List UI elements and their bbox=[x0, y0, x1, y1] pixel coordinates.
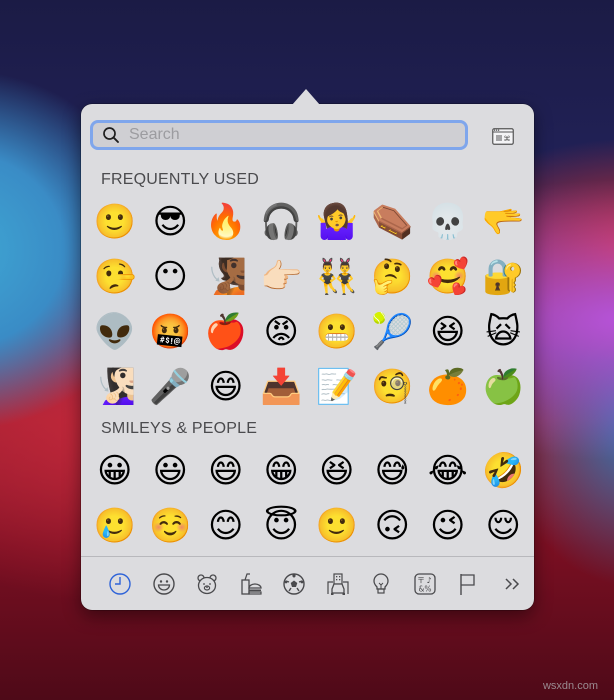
emoji-cell[interactable]: 😁 bbox=[254, 443, 310, 498]
emoji-cell[interactable]: 🧏🏻‍♀️ bbox=[87, 359, 143, 414]
category-tab-frequently-used[interactable] bbox=[99, 569, 142, 599]
emoji-cell[interactable]: 📝 bbox=[309, 359, 365, 414]
category-tab-flags[interactable] bbox=[447, 569, 490, 599]
emoji-cell[interactable]: 😂 bbox=[420, 443, 476, 498]
section-frequently-used: FREQUENTLY USED 🙂 😎 🔥 🎧 🤷‍♀️ ⚰️ 💀 🫳 🤥 😶 🧏🏾 👉🏻 👯‍♂️ 🤔 🥰… bbox=[81, 169, 534, 414]
emoji-cell[interactable]: 🤔 bbox=[365, 249, 421, 304]
keyboard-viewer-button[interactable]: ⌘ bbox=[491, 126, 515, 146]
category-tab-activity[interactable] bbox=[273, 569, 316, 599]
emoji-cell[interactable]: 🎧 bbox=[254, 194, 310, 249]
section-title: FREQUENTLY USED bbox=[101, 171, 259, 188]
emoji-cell[interactable]: 👉🏻 bbox=[254, 249, 310, 304]
category-tab-more[interactable] bbox=[491, 569, 534, 599]
emoji-cell[interactable]: 🙀 bbox=[476, 304, 532, 359]
car-building-icon bbox=[327, 572, 349, 595]
emoji-cell[interactable]: 🤣 bbox=[476, 443, 532, 498]
category-tab-symbols[interactable]: 〒 ♪ &% bbox=[404, 569, 447, 599]
emoji-grid: 😀😃😄😁😆😅😂🤣🥲☺️😊😇🙂🙃😉😌😍🥰😘😗😙😚😋😛 bbox=[87, 443, 534, 556]
emoji-cell[interactable]: 🥰 bbox=[420, 249, 476, 304]
clock-icon bbox=[109, 572, 131, 595]
emoji-cell[interactable]: 😌 bbox=[476, 498, 532, 553]
emoji-cell[interactable]: 😃 bbox=[143, 443, 199, 498]
category-tab-smileys-people[interactable] bbox=[143, 569, 186, 599]
emoji-cell[interactable]: ⚰️ bbox=[365, 194, 421, 249]
emoji-cell[interactable]: 🤥 bbox=[87, 249, 143, 304]
emoji-cell[interactable]: 😉 bbox=[420, 498, 476, 553]
emoji-cell[interactable]: 🤷‍♀️ bbox=[309, 194, 365, 249]
emoji-cell[interactable]: 🎾 bbox=[365, 304, 421, 359]
emoji-cell[interactable]: 😡 bbox=[254, 304, 310, 359]
emoji-cell[interactable]: 👯‍♂️ bbox=[309, 249, 365, 304]
soccer-ball-icon bbox=[283, 572, 305, 595]
popover-arrow bbox=[292, 89, 320, 105]
emoji-cell[interactable]: 🔐 bbox=[476, 249, 532, 304]
emoji-cell[interactable]: 😬 bbox=[309, 304, 365, 359]
category-tab-travel-places[interactable] bbox=[317, 569, 360, 599]
burger-drink-icon bbox=[241, 572, 262, 595]
emoji-cell[interactable]: 🧏🏾 bbox=[198, 249, 254, 304]
emoji-cell[interactable]: 🍏 bbox=[476, 359, 532, 414]
emoji-cell[interactable]: 🔥 bbox=[198, 194, 254, 249]
category-tab-food-drink[interactable] bbox=[230, 569, 273, 599]
emoji-cell[interactable]: ☺️ bbox=[143, 498, 199, 553]
search-input[interactable] bbox=[129, 126, 449, 144]
emoji-cell[interactable]: 😆 bbox=[309, 443, 365, 498]
emoji-cell[interactable]: 🎤 bbox=[143, 359, 199, 414]
emoji-cell[interactable]: 😊 bbox=[198, 498, 254, 553]
emoji-cell[interactable]: 🍊 bbox=[420, 359, 476, 414]
magnifying-glass-icon bbox=[103, 127, 119, 143]
search-field[interactable] bbox=[90, 120, 468, 150]
emoji-cell[interactable]: 😄 bbox=[198, 443, 254, 498]
lightbulb-icon bbox=[373, 572, 389, 594]
emoji-cell[interactable]: 🙂 bbox=[87, 194, 143, 249]
emoji-cell[interactable]: 😆 bbox=[420, 304, 476, 359]
emoji-cell[interactable]: 😀 bbox=[87, 443, 143, 498]
section-title: SMILEYS & PEOPLE bbox=[101, 420, 258, 437]
emoji-scroll-area[interactable]: FREQUENTLY USED 🙂 😎 🔥 🎧 🤷‍♀️ ⚰️ 💀 🫳 🤥 😶 🧏🏾 👉🏻 👯‍♂️ 🤔 🥰… bbox=[81, 164, 534, 556]
emoji-cell[interactable]: 😅 bbox=[365, 443, 421, 498]
section-smileys-people: SMILEYS & PEOPLE 😀😃😄😁😆😅😂🤣🥲☺️😊😇🙂🙃😉😌😍🥰😘😗😙😚… bbox=[81, 418, 534, 556]
emoji-cell[interactable]: 😎 bbox=[143, 194, 199, 249]
emoji-cell[interactable]: 🙃 bbox=[365, 498, 421, 553]
emoji-cell[interactable]: 🫳 bbox=[476, 194, 532, 249]
category-tab-objects[interactable] bbox=[360, 569, 403, 599]
chevron-double-right-icon bbox=[505, 577, 519, 590]
emoji-cell[interactable]: 😄 bbox=[198, 359, 254, 414]
emoji-cell[interactable]: 👽 bbox=[87, 304, 143, 359]
svg-text:⌘: ⌘ bbox=[504, 135, 511, 143]
emoji-cell[interactable]: 🍎 bbox=[198, 304, 254, 359]
svg-text:&%: &% bbox=[418, 584, 431, 593]
emoji-cell[interactable]: 🥲 bbox=[87, 498, 143, 553]
flag-icon bbox=[460, 573, 475, 595]
emoji-cell[interactable]: 😇 bbox=[254, 498, 310, 553]
keyboard-viewer-icon: ⌘ bbox=[492, 127, 514, 145]
smiley-icon bbox=[153, 572, 175, 595]
category-tab-animals-nature[interactable] bbox=[186, 569, 229, 599]
emoji-cell[interactable]: 🧐 bbox=[365, 359, 421, 414]
emoji-picker-popover: ⌘ FREQUENTLY USED 🙂😎🔥🎧🤷‍♀️⚰️💀🫳🤥😶🧏🏾👉🏻👯‍♂️… bbox=[81, 89, 534, 610]
emoji-cell[interactable]: 🙂 bbox=[309, 498, 365, 553]
emoji-grid: 🙂 😎 🔥 🎧 🤷‍♀️ ⚰️ 💀 🫳 🤥 😶 🧏🏾 👉🏻 👯‍♂️ 🤔 🥰 🔐 👽 🤬 🍎 😡 😬 🎾 😆 🙀 🧏🏻‍♀️ 🎤 😄… bbox=[87, 194, 534, 414]
category-bar: 〒 ♪ &% bbox=[81, 556, 534, 610]
watermark: wsxdn.com bbox=[542, 680, 598, 692]
emoji-cell[interactable]: 🤬 bbox=[143, 304, 199, 359]
emoji-cell[interactable]: 📥 bbox=[254, 359, 310, 414]
emoji-cell[interactable]: 😶 bbox=[143, 249, 199, 304]
symbols-icon: 〒 ♪&% bbox=[414, 572, 436, 595]
bear-icon bbox=[197, 573, 217, 594]
emoji-cell[interactable]: 💀 bbox=[420, 194, 476, 249]
